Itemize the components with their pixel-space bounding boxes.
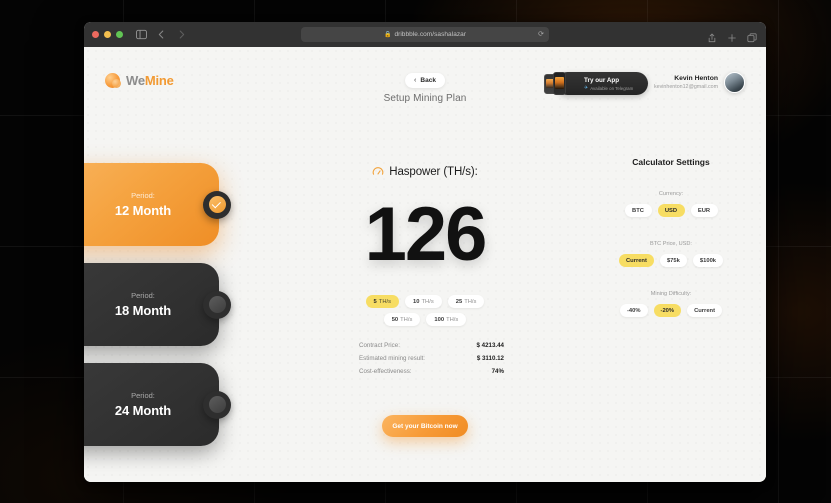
option-unit: TH/s [446, 316, 459, 323]
currency-group: Currency: BTC USD EUR [596, 191, 746, 217]
haspower-label: Haspower (TH/s): [389, 166, 478, 178]
btc-price-option-75k[interactable]: $75k [659, 254, 687, 267]
try-app-subtitle-row: ✈ Available on Telegram [584, 84, 634, 91]
option-unit: TH/s [464, 298, 477, 305]
tabs-icon[interactable] [747, 30, 757, 42]
browser-toolbar-right [707, 30, 757, 42]
option-unit: TH/s [378, 298, 392, 305]
app-page: WeMine ‹ Back Setup Mining Plan Try our … [84, 47, 766, 482]
haspower-options-row-2: 50 TH/s 100 TH/s [383, 313, 467, 326]
try-app-title: Try our App [584, 76, 620, 84]
phone-mockup-image [544, 70, 580, 97]
summary-key: Contract Price: [359, 342, 400, 349]
close-icon[interactable] [92, 31, 99, 38]
option-unit: TH/s [400, 316, 413, 323]
browser-window: 🔒 dribbble.com/sashalazar ⟳ WeMine ‹ Bac… [84, 22, 766, 482]
btc-price-label: BTC Price, USD: [650, 241, 692, 247]
mining-difficulty-label: Mining Difficulty: [650, 291, 692, 297]
btc-price-option-100k[interactable]: $100k [692, 254, 724, 267]
calculator-title: Calculator Settings [632, 157, 710, 167]
option-number: 10 [413, 298, 420, 305]
summary-value: $ 4213.44 [476, 342, 504, 349]
haspower-label-row: Haspower (TH/s): [372, 166, 478, 178]
summary-row: Contract Price: $ 4213.44 [359, 342, 504, 349]
minimize-icon[interactable] [104, 31, 111, 38]
app-logo[interactable]: WeMine [105, 73, 174, 88]
reload-icon[interactable]: ⟳ [538, 31, 544, 38]
browser-forward-icon[interactable] [176, 29, 187, 40]
logo-text-first: We [126, 73, 145, 88]
period-label: Period: [131, 391, 155, 400]
summary-value: 74% [491, 368, 504, 375]
difficulty-option-current[interactable]: Current [687, 304, 723, 317]
browser-titlebar: 🔒 dribbble.com/sashalazar ⟳ [84, 22, 766, 47]
phone-front [553, 72, 566, 95]
haspower-option-10[interactable]: 10 TH/s [405, 295, 442, 308]
avatar[interactable] [724, 72, 745, 93]
browser-back-icon[interactable] [156, 29, 167, 40]
page-title: Setup Mining Plan [383, 93, 467, 104]
haspower-option-25[interactable]: 25 TH/s [447, 295, 485, 308]
app-header: WeMine ‹ Back Setup Mining Plan Try our … [84, 47, 766, 107]
currency-option-eur[interactable]: EUR [690, 204, 718, 217]
mining-difficulty-group: Mining Difficulty: -40% -20% Current [596, 291, 746, 317]
calculator-settings-panel: Calculator Settings Currency: BTC USD EU… [596, 157, 746, 317]
sidebar-icon[interactable] [136, 29, 147, 40]
haspower-options-row-1: 5 TH/s 10 TH/s 25 TH/s [365, 295, 485, 308]
summary-row: Estimated mining result: $ 3110.12 [359, 355, 504, 362]
haspower-option-100[interactable]: 100 TH/s [426, 313, 467, 326]
difficulty-option-minus-40[interactable]: -40% [619, 304, 648, 317]
difficulty-option-minus-20[interactable]: -20% [653, 304, 682, 317]
currency-option-usd[interactable]: USD [657, 204, 685, 217]
user-email: kevinhenton12@gmail.com [654, 84, 718, 90]
share-icon[interactable] [707, 30, 717, 42]
logo-mark-icon [105, 73, 121, 88]
option-number: 100 [434, 316, 445, 323]
option-number: 25 [455, 298, 463, 305]
period-radio[interactable] [203, 390, 231, 419]
btc-price-option-current[interactable]: Current [618, 254, 654, 267]
plus-icon[interactable] [727, 30, 737, 42]
haspower-option-5[interactable]: 5 TH/s [365, 295, 400, 308]
try-app-subtitle: Available on Telegram [590, 85, 634, 91]
summary-value: $ 3110.12 [476, 355, 504, 362]
url-text: dribbble.com/sashalazar [394, 31, 467, 38]
get-bitcoin-button[interactable]: Get your Bitcoin now [382, 415, 468, 437]
option-number: 50 [391, 316, 399, 323]
user-name: Kevin Henton [674, 75, 718, 82]
period-tab-24-month[interactable]: Period: 24 Month [84, 363, 231, 446]
chevron-left-icon: ‹ [414, 77, 417, 84]
summary-key: Estimated mining result: [359, 355, 426, 362]
address-bar[interactable]: 🔒 dribbble.com/sashalazar ⟳ [301, 27, 549, 42]
window-controls[interactable] [92, 31, 123, 38]
telegram-icon: ✈ [584, 84, 589, 91]
user-account[interactable]: Kevin Henton kevinhenton12@gmail.com [654, 72, 745, 93]
maximize-icon[interactable] [116, 31, 123, 38]
summary-key: Cost-effectiveness: [359, 368, 412, 375]
period-value: 24 Month [114, 403, 172, 418]
summary-row: Cost-effectiveness: 74% [359, 368, 504, 375]
logo-text-second: Mine [144, 73, 174, 88]
gauge-icon [372, 166, 384, 178]
try-our-app-banner[interactable]: Try our App ✈ Available on Telegram [544, 72, 648, 95]
back-button-label: Back [420, 77, 436, 84]
currency-option-btc[interactable]: BTC [624, 204, 652, 217]
option-unit: TH/s [421, 298, 434, 305]
contract-summary: Contract Price: $ 4213.44 Estimated mini… [359, 342, 504, 381]
currency-label: Currency: [658, 191, 684, 197]
lock-icon: 🔒 [383, 31, 392, 38]
btc-price-group: BTC Price, USD: Current $75k $100k [596, 241, 746, 267]
back-button[interactable]: ‹ Back [405, 73, 445, 88]
haspower-option-50[interactable]: 50 TH/s [383, 313, 421, 326]
option-number: 5 [373, 298, 377, 305]
logo-text: WeMine [126, 73, 174, 88]
